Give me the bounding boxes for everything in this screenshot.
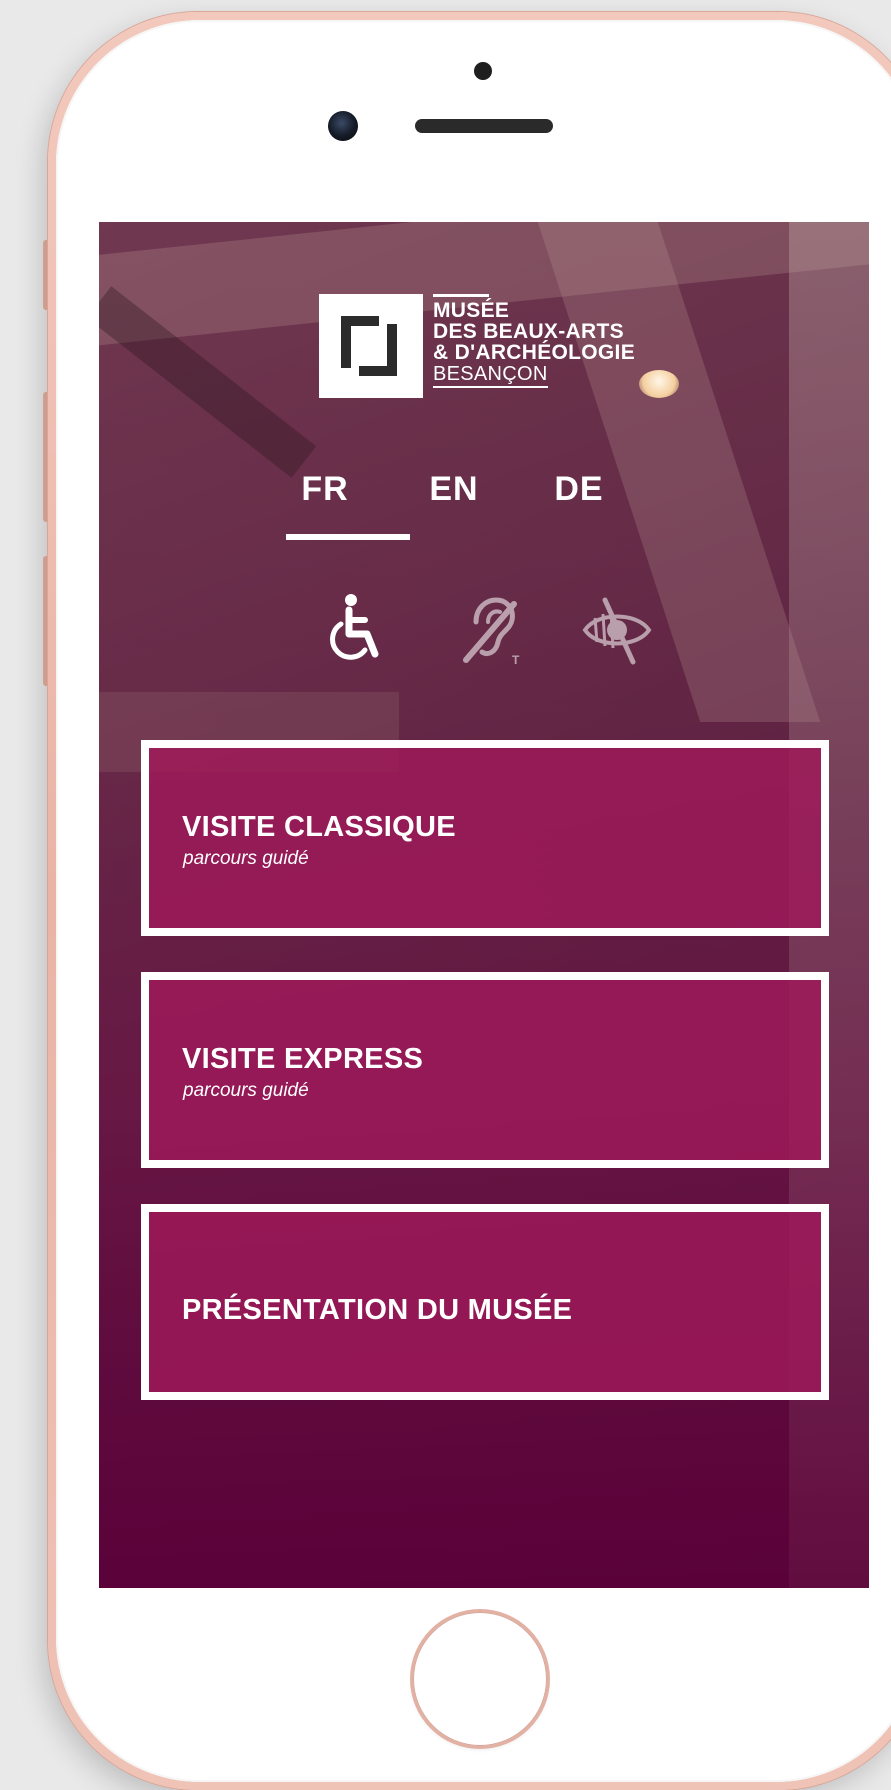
card-title: PRÉSENTATION DU MUSÉE: [182, 1294, 573, 1326]
front-camera: [328, 111, 358, 141]
menu-card-presentation-du-musee[interactable]: PRÉSENTATION DU MUSÉE: [141, 1204, 829, 1400]
card-title: VISITE CLASSIQUE: [182, 811, 456, 843]
language-tab-en[interactable]: EN: [394, 470, 514, 509]
earpiece-speaker: [415, 119, 553, 133]
museum-logo-icon: [341, 316, 397, 376]
museum-logo-mark: [319, 294, 423, 398]
logo-line-4: BESANÇON: [433, 364, 548, 388]
mockup-stage: MUSÉE DES BEAUX-ARTS & D'ARCHÉOLOGIE BES…: [0, 0, 891, 1790]
menu-card-visite-express[interactable]: VISITE EXPRESS parcours guidé: [141, 972, 829, 1168]
wheelchair-icon[interactable]: [313, 590, 393, 670]
hearing-impaired-icon[interactable]: T: [450, 590, 530, 670]
proximity-sensor: [474, 62, 492, 80]
card-subtitle: parcours guidé: [183, 848, 309, 869]
language-tab-fr[interactable]: FR: [265, 470, 385, 509]
card-title: VISITE EXPRESS: [182, 1043, 424, 1075]
app-screen: MUSÉE DES BEAUX-ARTS & D'ARCHÉOLOGIE BES…: [99, 222, 869, 1588]
card-subtitle: parcours guidé: [183, 1080, 309, 1101]
logo-line-3: & D'ARCHÉOLOGIE: [433, 341, 636, 364]
logo-line-1: MUSÉE: [433, 299, 510, 322]
selected-language-indicator: [286, 534, 410, 540]
visually-impaired-icon[interactable]: [577, 590, 657, 670]
language-tab-de[interactable]: DE: [519, 470, 639, 509]
menu-card-visite-classique[interactable]: VISITE CLASSIQUE parcours guidé: [141, 740, 829, 936]
home-button[interactable]: [413, 1612, 547, 1746]
logo-line-2: DES BEAUX-ARTS: [433, 320, 624, 343]
svg-text:T: T: [512, 653, 520, 667]
museum-logo-text: MUSÉE DES BEAUX-ARTS & D'ARCHÉOLOGIE BES…: [433, 294, 635, 388]
